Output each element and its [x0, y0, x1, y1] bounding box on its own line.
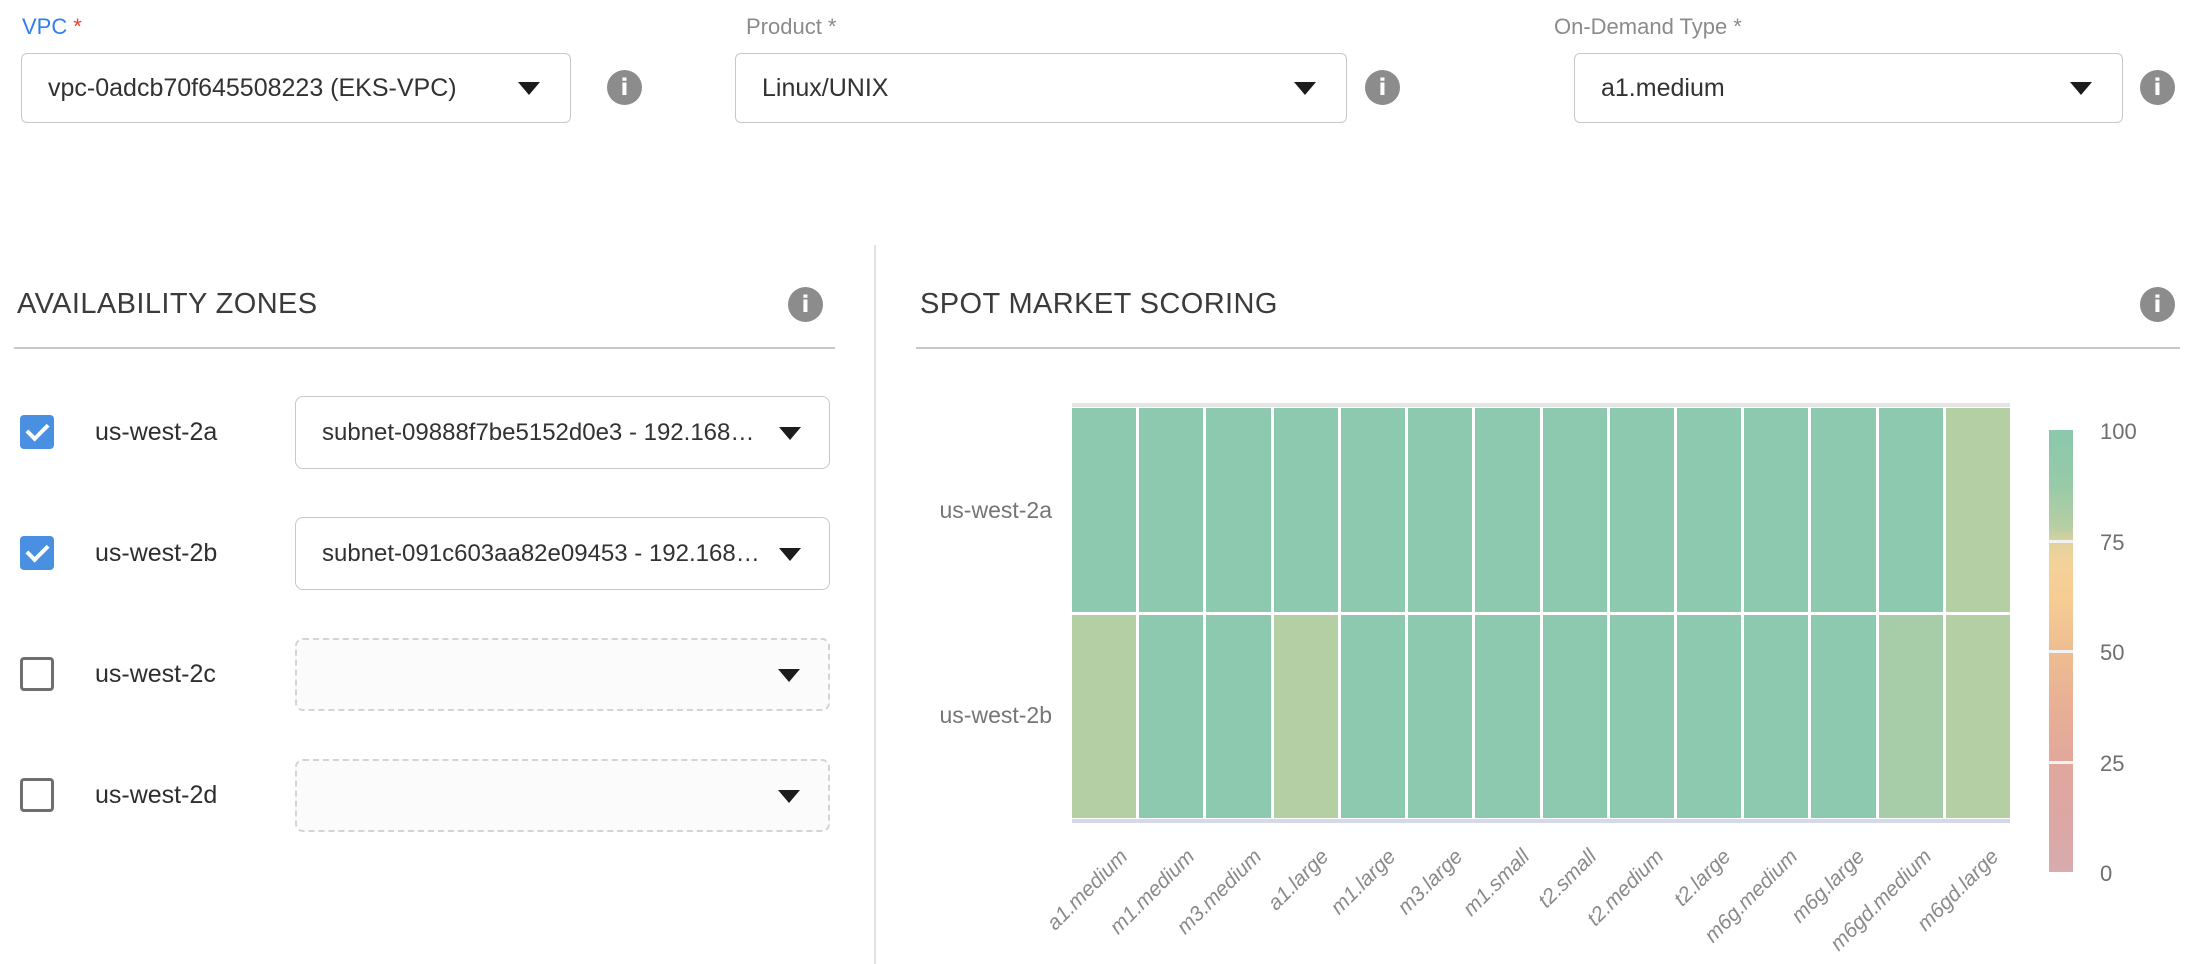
- heatmap-cell-us-west-2a-a1.large[interactable]: [1274, 408, 1338, 612]
- heatmap-cell-us-west-2b-m1.medium[interactable]: [1139, 615, 1203, 819]
- availability-zones-divider: [14, 347, 835, 349]
- heatmap-cell-us-west-2b-m6gd.medium[interactable]: [1879, 615, 1943, 819]
- heatmap-cell-us-west-2a-m6gd.medium[interactable]: [1879, 408, 1943, 612]
- availability-zones-info-icon[interactable]: i: [788, 287, 823, 322]
- on-demand-required-asterisk: *: [1733, 14, 1742, 39]
- product-label-text: Product: [746, 14, 822, 39]
- product-select-value: Linux/UNIX: [762, 74, 888, 103]
- heatmap-x-label: t2.large: [1669, 845, 1736, 912]
- heatmap-x-label: a1.large: [1263, 845, 1334, 916]
- subnet-select-us-west-2c[interactable]: [295, 638, 830, 711]
- heatmap-cell-us-west-2b-a1.medium[interactable]: [1072, 615, 1136, 819]
- heatmap-cell-us-west-2a-m1.medium[interactable]: [1139, 408, 1203, 612]
- legend-tick-mark: [2049, 540, 2073, 543]
- subnet-select-us-west-2a[interactable]: subnet-09888f7be5152d0e3 - 192.168…: [295, 396, 830, 469]
- subnet-select-value: subnet-091c603aa82e09453 - 192.168…: [322, 540, 760, 568]
- availability-zones-title: AVAILABILITY ZONES: [17, 288, 318, 321]
- legend-label-25: 25: [2100, 751, 2170, 777]
- heatmap-cell-us-west-2a-t2.small[interactable]: [1543, 408, 1607, 612]
- az-checkbox-us-west-2a[interactable]: [20, 415, 54, 449]
- vpc-required-asterisk: *: [73, 14, 82, 39]
- heatmap-cell-us-west-2a-m1.large[interactable]: [1341, 408, 1405, 612]
- vpc-label-text: VPC: [22, 14, 67, 39]
- product-info-icon[interactable]: i: [1365, 70, 1400, 105]
- az-zone-label: us-west-2d: [95, 759, 217, 832]
- legend-label-100: 100: [2100, 419, 2170, 445]
- az-row-us-west-2a: us-west-2a subnet-09888f7be5152d0e3 - 19…: [0, 396, 874, 469]
- legend-label-0: 0: [2100, 861, 2170, 887]
- heatmap-bottom-axis-line: [1072, 819, 2010, 823]
- chevron-down-icon: [2070, 82, 2092, 95]
- chevron-down-icon: [779, 548, 801, 561]
- heatmap-cell-us-west-2a-t2.large[interactable]: [1677, 408, 1741, 612]
- spot-market-scoring-title: SPOT MARKET SCORING: [920, 288, 1278, 321]
- heatmap-top-axis-line: [1072, 403, 2010, 407]
- vpc-select-value: vpc-0adcb70f645508223 (EKS-VPC): [48, 74, 457, 103]
- chevron-down-icon: [778, 669, 800, 682]
- az-checkbox-us-west-2d[interactable]: [20, 778, 54, 812]
- heatmap-cell-us-west-2b-m3.large[interactable]: [1408, 615, 1472, 819]
- heatmap-x-label: m3.large: [1393, 845, 1468, 920]
- heatmap-x-label: t2.small: [1533, 845, 1601, 913]
- heatmap-cell-us-west-2b-t2.medium[interactable]: [1610, 615, 1674, 819]
- on-demand-type-label: On-Demand Type*: [1554, 14, 1742, 40]
- heatmap-grid: [1072, 408, 2010, 818]
- legend-tick-mark: [2049, 761, 2073, 764]
- vpc-label: VPC*: [22, 14, 82, 40]
- chevron-down-icon: [518, 82, 540, 95]
- legend-tick-mark: [2049, 650, 2073, 653]
- heatmap-cell-us-west-2a-t2.medium[interactable]: [1610, 408, 1674, 612]
- heatmap-x-label: m1.small: [1458, 845, 1534, 921]
- on-demand-type-info-icon[interactable]: i: [2140, 70, 2175, 105]
- chevron-down-icon: [778, 790, 800, 803]
- subnet-select-value: subnet-09888f7be5152d0e3 - 192.168…: [322, 419, 754, 447]
- heatmap-x-axis-labels: a1.mediumm1.mediumm3.mediuma1.largem1.la…: [1072, 845, 2010, 964]
- chevron-down-icon: [1294, 82, 1316, 95]
- product-label: Product*: [746, 14, 836, 40]
- heatmap-cell-us-west-2b-t2.large[interactable]: [1677, 615, 1741, 819]
- heatmap-cell-us-west-2b-t2.small[interactable]: [1543, 615, 1607, 819]
- vpc-select[interactable]: vpc-0adcb70f645508223 (EKS-VPC): [21, 53, 571, 123]
- spot-market-scoring-info-icon[interactable]: i: [2140, 287, 2175, 322]
- heatmap-cell-us-west-2b-m6g.large[interactable]: [1811, 615, 1875, 819]
- heatmap-cell-us-west-2a-m3.medium[interactable]: [1206, 408, 1270, 612]
- chevron-down-icon: [779, 427, 801, 440]
- on-demand-type-select-value: a1.medium: [1601, 74, 1725, 103]
- subnet-select-us-west-2b[interactable]: subnet-091c603aa82e09453 - 192.168…: [295, 517, 830, 590]
- az-row-us-west-2d: us-west-2d: [0, 759, 874, 832]
- vpc-info-icon[interactable]: i: [607, 70, 642, 105]
- heatmap-cell-us-west-2b-m1.small[interactable]: [1475, 615, 1539, 819]
- heatmap-cell-us-west-2a-m6gd.large[interactable]: [1946, 408, 2010, 612]
- heatmap-cell-us-west-2b-a1.large[interactable]: [1274, 615, 1338, 819]
- heatmap-cell-us-west-2b-m3.medium[interactable]: [1206, 615, 1270, 819]
- az-zone-label: us-west-2b: [95, 517, 217, 590]
- heatmap-cell-us-west-2a-m6g.medium[interactable]: [1744, 408, 1808, 612]
- legend-label-50: 50: [2100, 640, 2170, 666]
- az-row-us-west-2b: us-west-2b subnet-091c603aa82e09453 - 19…: [0, 517, 874, 590]
- az-checkbox-us-west-2b[interactable]: [20, 536, 54, 570]
- spot-market-scoring-divider: [916, 347, 2180, 349]
- on-demand-type-label-text: On-Demand Type: [1554, 14, 1727, 39]
- heatmap-cell-us-west-2a-m1.small[interactable]: [1475, 408, 1539, 612]
- heatmap-row-label-us-west-2a: us-west-2a: [840, 408, 1052, 613]
- product-required-asterisk: *: [828, 14, 837, 39]
- az-row-us-west-2c: us-west-2c: [0, 638, 874, 711]
- product-select[interactable]: Linux/UNIX: [735, 53, 1347, 123]
- heatmap-cell-us-west-2a-a1.medium[interactable]: [1072, 408, 1136, 612]
- az-zone-label: us-west-2c: [95, 638, 216, 711]
- heatmap-cell-us-west-2b-m1.large[interactable]: [1341, 615, 1405, 819]
- heatmap-cell-us-west-2b-m6g.medium[interactable]: [1744, 615, 1808, 819]
- heatmap-color-legend: [2049, 430, 2073, 872]
- heatmap-cell-us-west-2a-m3.large[interactable]: [1408, 408, 1472, 612]
- heatmap-x-label: m1.large: [1326, 845, 1401, 920]
- heatmap-row-label-us-west-2b: us-west-2b: [840, 613, 1052, 818]
- on-demand-type-select[interactable]: a1.medium: [1574, 53, 2123, 123]
- az-zone-label: us-west-2a: [95, 396, 217, 469]
- heatmap-cell-us-west-2a-m6g.large[interactable]: [1811, 408, 1875, 612]
- az-checkbox-us-west-2c[interactable]: [20, 657, 54, 691]
- subnet-select-us-west-2d[interactable]: [295, 759, 830, 832]
- top-fields-bar: VPC* vpc-0adcb70f645508223 (EKS-VPC) i P…: [0, 0, 2196, 140]
- legend-label-75: 75: [2100, 530, 2170, 556]
- heatmap-cell-us-west-2b-m6gd.large[interactable]: [1946, 615, 2010, 819]
